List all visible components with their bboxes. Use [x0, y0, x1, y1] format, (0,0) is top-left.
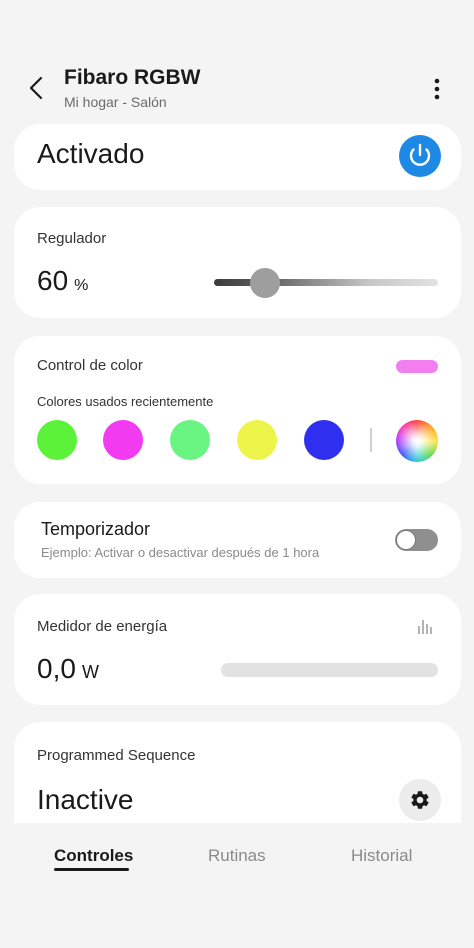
power-button[interactable]	[399, 135, 441, 177]
back-button[interactable]	[26, 74, 48, 102]
color-control-card: Control de color Colores usados reciente…	[14, 336, 461, 484]
energy-unit: W	[81, 662, 99, 682]
recent-color-swatch[interactable]	[304, 420, 344, 460]
timer-description: Ejemplo: Activar o desactivar después de…	[41, 545, 320, 560]
color-control-label: Control de color	[37, 357, 143, 374]
energy-usage-bar	[221, 663, 438, 677]
current-color-indicator[interactable]	[396, 360, 438, 373]
energy-label: Medidor de energía	[37, 618, 168, 635]
more-options-button[interactable]	[426, 76, 448, 102]
app-header: Fibaro RGBW Mi hogar - Salón	[0, 56, 474, 120]
energy-value: 0,0	[37, 653, 76, 684]
timer-toggle[interactable]	[395, 529, 438, 551]
power-card: Activado	[14, 124, 461, 190]
color-wheel-icon[interactable]	[396, 420, 438, 462]
timer-card[interactable]: Temporizador Ejemplo: Activar o desactiv…	[14, 502, 461, 578]
more-vertical-icon	[434, 78, 440, 100]
dimmer-label: Regulador	[37, 230, 107, 247]
tab-controles[interactable]: Controles	[54, 846, 133, 866]
dimmer-unit: %	[74, 277, 89, 294]
active-tab-indicator	[54, 868, 129, 871]
recent-color-swatch[interactable]	[37, 420, 77, 460]
tab-rutinas[interactable]: Rutinas	[208, 846, 266, 866]
device-location: Mi hogar - Salón	[64, 94, 167, 110]
sequence-status: Inactive	[37, 784, 134, 815]
dimmer-slider[interactable]	[214, 279, 438, 286]
recent-color-swatch[interactable]	[237, 420, 277, 460]
gear-icon	[411, 791, 429, 809]
dimmer-card: Regulador 60%	[14, 207, 461, 318]
recent-color-swatch[interactable]	[103, 420, 143, 460]
sequence-settings-button[interactable]	[399, 779, 441, 821]
dimmer-value: 60	[37, 265, 69, 296]
recent-color-swatch[interactable]	[170, 420, 210, 460]
divider	[370, 428, 372, 452]
dimmer-value-row: 60%	[37, 265, 88, 297]
bar-chart-icon[interactable]	[417, 617, 435, 635]
back-arrow-icon	[29, 76, 43, 100]
bottom-tab-bar	[0, 823, 474, 948]
timer-label: Temporizador	[41, 519, 151, 539]
power-icon	[409, 143, 431, 166]
toggle-knob	[396, 530, 416, 550]
dimmer-slider-thumb[interactable]	[250, 268, 280, 298]
sequence-label: Programmed Sequence	[37, 747, 196, 764]
power-status: Activado	[37, 138, 145, 169]
energy-meter-card: Medidor de energía 0,0 W	[14, 594, 461, 705]
device-title: Fibaro RGBW	[64, 66, 201, 89]
recent-colors-label: Colores usados recientemente	[37, 394, 214, 409]
energy-value-row: 0,0 W	[37, 653, 99, 685]
tab-historial[interactable]: Historial	[351, 846, 412, 866]
